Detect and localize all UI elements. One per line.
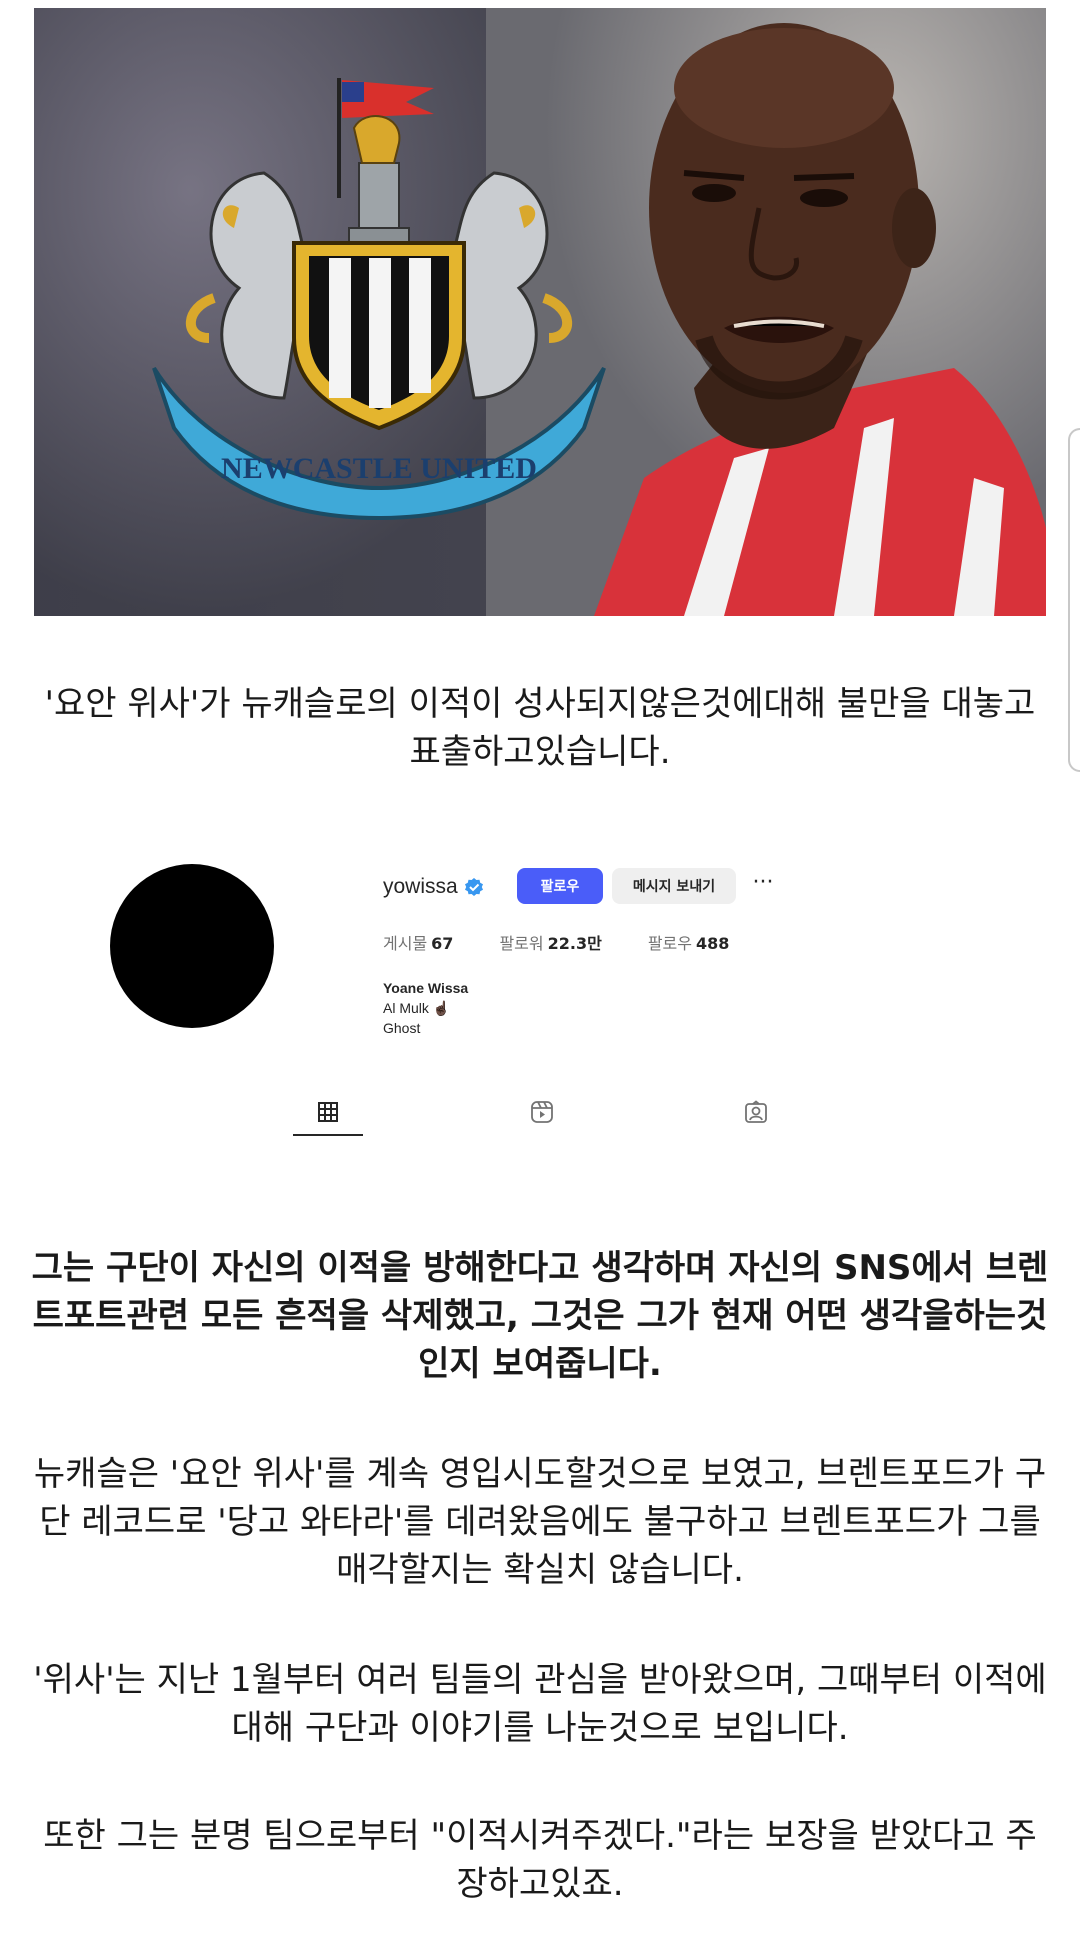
profile-stats: 게시물 67 팔로워 22.3만 팔로우 488 [383,930,775,954]
bio-line: Al Mulk ☝🏿 [383,1000,451,1016]
verified-badge-icon [464,878,483,896]
article-paragraph: 또한 그는 분명 팀으로부터 "이적시켜주겠다."라는 보장을 받았다고 주장하… [43,1816,1037,1904]
article-paragraph: '위사'는 지난 1월부터 여러 팀들의 관심을 받아왔으며, 그때부터 이적에… [33,1660,1047,1748]
follow-button[interactable]: 팔로우 [517,868,603,904]
image-caption: '요안 위사'가 뉴캐슬로의 이적이 성사되지않은것에대해 불만을 대놓고 표출… [44,684,1036,772]
message-button[interactable]: 메시지 보내기 [612,868,736,904]
bio-line: Ghost [383,1020,421,1036]
tab-tagged[interactable] [721,1090,791,1134]
scrollbar-handle[interactable] [1068,428,1080,772]
profile-tabs [293,1090,820,1140]
stat-posts[interactable]: 게시물 67 [383,930,453,954]
tab-posts[interactable] [293,1090,363,1136]
article-paragraph: 뉴캐슬은 '요안 위사'를 계속 영입시도할것으로 보였고, 브렌트포드가 구단… [33,1454,1047,1590]
username-row: yowissa [383,870,484,904]
hero-image: NEWCASTLE UNITED [34,8,1046,616]
avatar[interactable] [110,864,274,1028]
reels-icon [531,1101,553,1123]
bio-name: Yoane Wissa [383,980,469,996]
tagged-icon [745,1100,767,1123]
profile-bio: Yoane Wissa Al Mulk ☝🏿 Ghost [383,978,468,1038]
profile-username: yowissa [383,875,458,898]
instagram-profile-card: yowissa 팔로우 메시지 보내기 ··· 게시물 67 팔로워 22.3만 팔… [100,850,820,1140]
article-paragraph: 그는 구단이 자신의 이적을 방해한다고 생각하며 자신의 SNS에서 브렌트포… [31,1248,1049,1384]
stat-following[interactable]: 팔로우 488 [648,930,730,954]
grid-icon [318,1102,338,1122]
player-photo [594,23,1046,616]
stat-followers[interactable]: 팔로워 22.3만 [499,930,601,954]
crest-banner-text: NEWCASTLE UNITED [221,452,537,485]
tab-reels[interactable] [507,1090,577,1134]
more-options-icon[interactable]: ··· [746,870,780,900]
